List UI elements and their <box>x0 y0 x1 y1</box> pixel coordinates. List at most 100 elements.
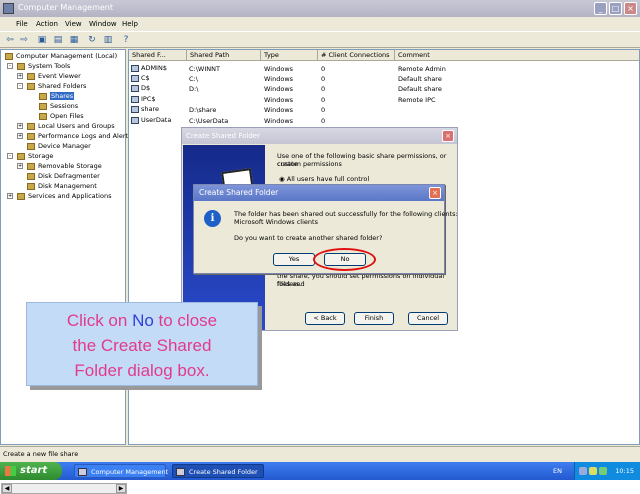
callout-line-2: the Create Shared <box>72 336 212 355</box>
column-header-type[interactable]: Type <box>261 50 318 61</box>
tree-horizontal-scrollbar[interactable]: ◀ ▶ <box>1 483 127 494</box>
close-icon[interactable]: × <box>429 187 441 199</box>
tree-item-sessions[interactable]: Sessions <box>39 102 78 110</box>
users-icon <box>27 122 35 130</box>
callout-line-3: Folder dialog box. <box>74 361 210 380</box>
collapse-icon[interactable]: - <box>7 63 13 69</box>
share-icon <box>131 105 139 113</box>
forward-arrow-icon[interactable]: ⇨ <box>18 34 30 46</box>
shared-path: C:\UserData <box>189 117 229 125</box>
services-icon <box>17 192 25 200</box>
refresh-icon[interactable]: ↻ <box>86 34 98 46</box>
wizard-title: Create Shared Folder <box>182 128 457 144</box>
expand-icon[interactable]: + <box>17 123 23 129</box>
tree-item-system-tools[interactable]: - System Tools <box>7 62 70 70</box>
finish-button[interactable]: Finish <box>354 312 394 325</box>
tree-item-event-viewer[interactable]: + Event Viewer <box>17 72 81 80</box>
expand-icon[interactable]: + <box>7 193 13 199</box>
tree-item-disk-defragmenter[interactable]: Disk Defragmenter <box>27 172 100 180</box>
share-icon <box>131 84 139 92</box>
disk-management-icon <box>27 182 35 190</box>
highlight-ring <box>313 248 376 271</box>
column-header-shared-path[interactable]: Shared Path <box>187 50 261 61</box>
shared-path: D:\ <box>189 85 199 93</box>
share-name: D$ <box>141 84 151 92</box>
back-button[interactable]: < Back <box>305 312 345 325</box>
tray-app-icon[interactable] <box>599 467 607 475</box>
expand-icon[interactable]: + <box>17 133 23 139</box>
tree-item-removable-storage[interactable]: + Removable Storage <box>17 162 102 170</box>
permission-option[interactable]: ◉ All users have full control <box>279 175 369 183</box>
show-hide-tree-icon[interactable]: ▤ <box>52 34 64 46</box>
shared-path: C:\WINNT <box>189 65 220 73</box>
share-icon <box>131 95 139 103</box>
cancel-button[interactable]: Cancel <box>408 312 448 325</box>
volume-icon[interactable] <box>589 467 597 475</box>
status-bar: Create a new file share <box>0 446 640 460</box>
menu-window[interactable]: Window <box>89 20 117 28</box>
minimize-icon[interactable]: _ <box>594 2 607 15</box>
wizard-note: the share, you should set permissions on… <box>277 272 445 288</box>
tree-item-computer-management[interactable]: Computer Management (Local) <box>5 52 117 60</box>
shared-path: C:\ <box>189 75 198 83</box>
task-create-shared-folder[interactable]: Create Shared Folder <box>172 464 264 478</box>
column-header-client-connections[interactable]: # Client Connections <box>318 50 395 61</box>
close-icon[interactable]: × <box>624 2 637 15</box>
instruction-callout: Click on No to close the Create Shared F… <box>26 302 258 386</box>
tree-item-performance-logs[interactable]: + Performance Logs and Alerts <box>17 132 131 140</box>
shared-folders-icon <box>27 82 35 90</box>
column-header-comment[interactable]: Comment <box>395 50 639 61</box>
close-icon[interactable]: × <box>442 130 454 142</box>
export-list-icon[interactable]: ▥ <box>102 34 114 46</box>
radio-icon[interactable]: ◉ <box>279 175 287 183</box>
share-type: Windows <box>264 85 294 93</box>
column-header-share-name[interactable]: Shared F... <box>129 50 187 61</box>
expand-icon[interactable]: + <box>17 73 23 79</box>
task-computer-management[interactable]: Computer Management <box>74 464 168 478</box>
dialog-title: Create Shared Folder <box>194 185 444 201</box>
share-type: Windows <box>264 106 294 114</box>
tree-item-shares[interactable]: Shares <box>39 92 75 100</box>
dialog-clients: Microsoft Windows clients <box>234 218 318 226</box>
share-comment: Default share <box>398 85 442 93</box>
share-comment: Default share <box>398 75 442 83</box>
maximize-icon[interactable]: □ <box>609 2 622 15</box>
help-icon[interactable]: ? <box>120 34 132 46</box>
computer-icon <box>5 52 13 60</box>
tree-item-shared-folders[interactable]: - Shared Folders <box>17 82 86 90</box>
info-icon: i <box>204 210 221 227</box>
language-indicator[interactable]: EN <box>553 467 562 475</box>
menu-action[interactable]: Action <box>36 20 58 28</box>
scroll-right-icon[interactable]: ▶ <box>116 484 126 493</box>
start-button[interactable]: start <box>0 462 62 480</box>
taskbar: start Computer Management Create Shared … <box>0 462 640 480</box>
tree-item-storage[interactable]: - Storage <box>7 152 53 160</box>
collapse-icon[interactable]: - <box>17 83 23 89</box>
network-icon[interactable] <box>579 467 587 475</box>
status-text: Create a new file share <box>3 450 79 458</box>
wizard-instructions-2: custom permissions <box>277 160 342 168</box>
client-connections: 0 <box>321 106 326 114</box>
up-folder-icon[interactable]: ▣ <box>36 34 48 46</box>
tree-item-local-users-groups[interactable]: + Local Users and Groups <box>17 122 115 130</box>
sessions-icon <box>39 102 47 110</box>
yes-button[interactable]: Yes <box>273 253 315 266</box>
menu-file[interactable]: File <box>16 20 28 28</box>
share-name: C$ <box>141 74 150 82</box>
callout-line-1: Click on No to close <box>66 311 218 330</box>
properties-icon[interactable]: ▦ <box>68 34 80 46</box>
tree-item-services-applications[interactable]: + Services and Applications <box>7 192 111 200</box>
scroll-left-icon[interactable]: ◀ <box>2 484 12 493</box>
tree-item-open-files[interactable]: Open Files <box>39 112 84 120</box>
menu-help[interactable]: Help <box>122 20 138 28</box>
dialog-question: Do you want to create another shared fol… <box>234 234 383 242</box>
expand-icon[interactable]: + <box>17 163 23 169</box>
tree-item-device-manager[interactable]: Device Manager <box>27 142 91 150</box>
collapse-icon[interactable]: - <box>7 153 13 159</box>
shared-path: D:\share <box>189 106 217 114</box>
system-tray: 10:15 <box>574 462 640 480</box>
back-arrow-icon[interactable]: ⇦ <box>4 34 16 46</box>
tree-item-disk-management[interactable]: Disk Management <box>27 182 97 190</box>
menu-view[interactable]: View <box>65 20 82 28</box>
removable-storage-icon <box>27 162 35 170</box>
